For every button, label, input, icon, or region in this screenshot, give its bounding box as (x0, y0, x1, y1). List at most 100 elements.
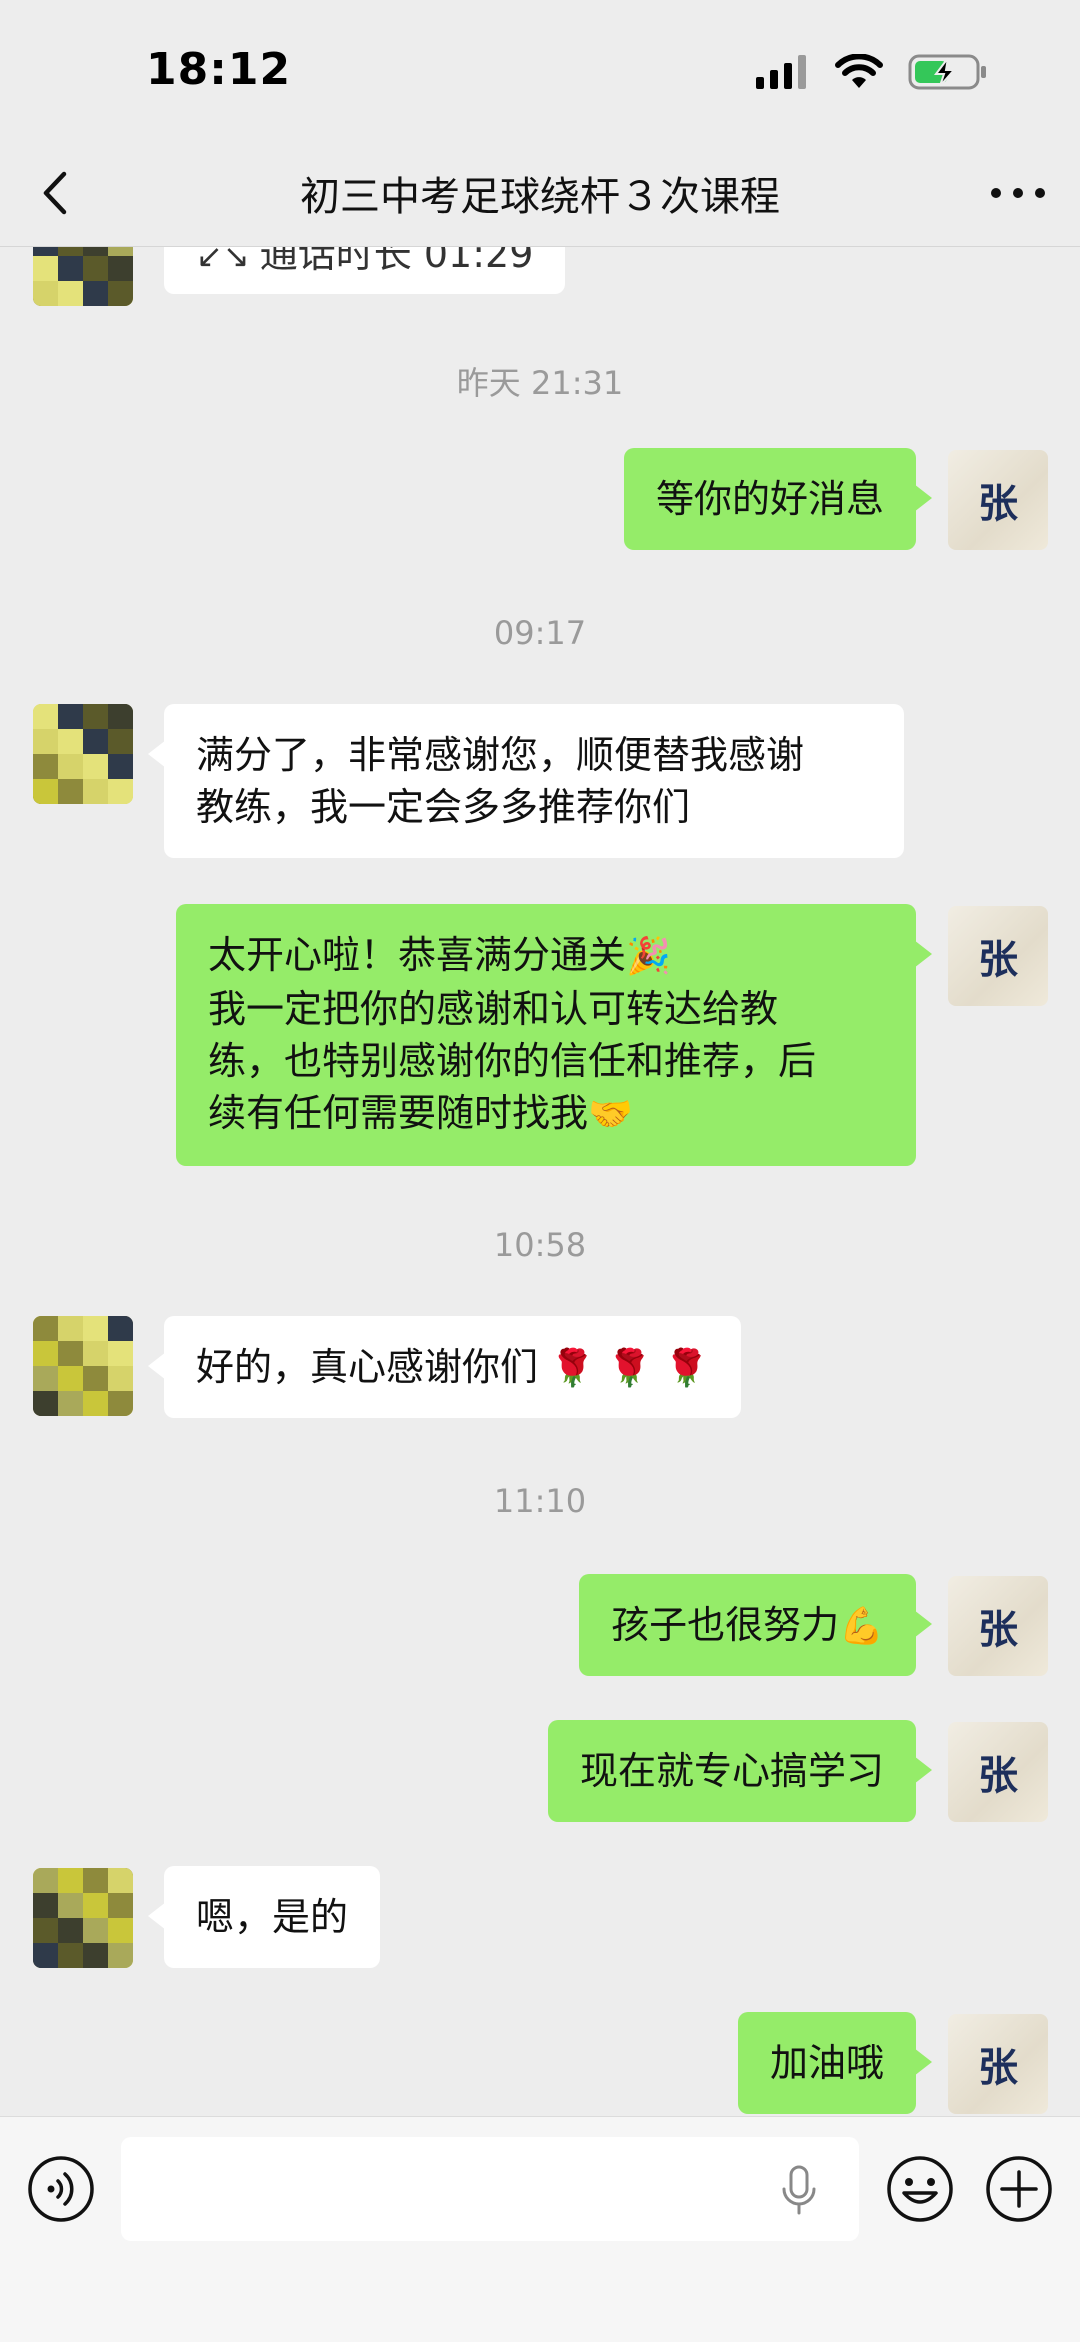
peer-avatar[interactable] (33, 1316, 133, 1416)
message-text: 等你的好消息 (655, 477, 884, 521)
my-message-bubble[interactable]: 等你的好消息 (623, 448, 933, 550)
avatar-pixel (58, 779, 83, 804)
avatar-pixel (108, 729, 133, 754)
call-icon: ↙↘ (196, 246, 260, 275)
avatar-pixel (33, 1316, 58, 1341)
avatar-pixel (83, 779, 108, 804)
party-popper-icon: 🎉 (626, 936, 671, 977)
message-text: 嗯，是的 (196, 1895, 349, 1939)
peer-message-bubble[interactable]: 嗯，是的 (147, 1866, 381, 1968)
avatar-pixel (83, 1918, 108, 1943)
call-duration-bubble[interactable]: ↙↘ 通话时长 01:29 (164, 246, 566, 294)
avatar-pixel (58, 1943, 83, 1968)
avatar-pixel (33, 729, 58, 754)
my-avatar[interactable]: 张 (948, 906, 1048, 1006)
avatar-pixel (33, 704, 58, 729)
chevron-left-icon[interactable] (30, 166, 84, 220)
my-avatar-text: 张 (978, 1606, 1018, 1653)
call-duration-text: 通话时长 01:29 (259, 246, 534, 276)
message-text-line: 太开心啦！恭喜满分通关 (208, 933, 627, 977)
message-text-line: 满分了，非常感谢您，顺便替我感谢 (196, 733, 805, 777)
signal-icon (756, 55, 806, 89)
avatar-pixel (33, 779, 58, 804)
avatar-pixel (33, 246, 58, 256)
wifi-icon (835, 54, 883, 88)
status-time: 18:12 (146, 44, 292, 95)
avatar-pixel (58, 729, 83, 754)
avatar-pixel (108, 1943, 133, 1968)
chat-area[interactable]: ↙↘ 通话时长 01:29 昨天 21:31 等你的好消息 张 09:17 满分… (0, 246, 1080, 2116)
avatar-pixel (58, 256, 83, 281)
avatar-pixel (83, 256, 108, 281)
avatar-pixel (58, 1366, 83, 1391)
avatar-pixel (83, 1391, 108, 1416)
rose-icon: 🌹 (663, 1348, 709, 1389)
message-text-line: 我一定把你的感谢和认可转达给教 (208, 987, 779, 1031)
rose-icon: 🌹 (607, 1348, 652, 1389)
avatar-pixel (108, 1341, 133, 1366)
avatar-pixel (33, 1868, 58, 1893)
my-avatar-text: 张 (978, 936, 1018, 983)
peer-avatar[interactable] (33, 704, 133, 804)
voice-icon[interactable] (27, 2155, 95, 2223)
peer-avatar[interactable] (33, 1868, 133, 1968)
message-text-line: 教练，我一定会多多推荐你们 (196, 785, 691, 829)
message-text: 孩子也很努力 (611, 1603, 840, 1647)
message-text: 现在就专心搞学习 (579, 1749, 884, 1793)
avatar-pixel (83, 1366, 108, 1391)
avatar-pixel (108, 1868, 133, 1893)
avatar-pixel (108, 779, 133, 804)
avatar-pixel (108, 1366, 133, 1391)
avatar-pixel (83, 246, 108, 256)
plus-icon[interactable] (985, 2155, 1053, 2223)
peer-message-bubble[interactable]: 满分了，非常感谢您，顺便替我感谢 教练，我一定会多多推荐你们 (148, 704, 904, 858)
avatar-pixel (83, 1893, 108, 1918)
mic-icon[interactable] (779, 2165, 819, 2215)
message-text: 加油哦 (769, 2041, 884, 2085)
avatar-pixel (58, 704, 83, 729)
my-avatar[interactable]: 张 (948, 2014, 1048, 2114)
timestamp: 10:58 (493, 1226, 587, 1264)
avatar-pixel (83, 1316, 108, 1341)
avatar-pixel (58, 754, 83, 779)
my-avatar[interactable]: 张 (948, 1722, 1048, 1822)
avatar-pixel (108, 1316, 133, 1341)
avatar-pixel (83, 1943, 108, 1968)
avatar-pixel (33, 754, 58, 779)
flexed-biceps-icon: 💪 (839, 1606, 884, 1647)
my-avatar[interactable]: 张 (948, 1576, 1048, 1676)
avatar-pixel (33, 1918, 58, 1943)
peer-avatar[interactable] (33, 246, 133, 306)
avatar-pixel (108, 281, 133, 306)
status-bar: 18:12 (0, 0, 1080, 140)
timestamp: 09:17 (493, 614, 587, 652)
avatar-pixel (58, 1316, 83, 1341)
peer-message-bubble[interactable]: 好的，真心感谢你们 🌹 🌹 🌹 (148, 1316, 741, 1418)
my-avatar-text: 张 (978, 480, 1018, 527)
my-avatar[interactable]: 张 (948, 450, 1048, 550)
avatar-pixel (33, 256, 58, 281)
emoji-icon[interactable] (886, 2155, 954, 2223)
message-input[interactable] (121, 2137, 859, 2241)
avatar-pixel (58, 1391, 83, 1416)
my-message-bubble[interactable]: 加油哦 (737, 2012, 933, 2114)
my-message-bubble[interactable]: 孩子也很努力💪 (579, 1574, 932, 1676)
my-avatar-text: 张 (978, 1752, 1018, 1799)
avatar-pixel (33, 1391, 58, 1416)
avatar-pixel (83, 704, 108, 729)
avatar-pixel (33, 1341, 58, 1366)
message-text-line: 续有任何需要随时找我 (208, 1091, 589, 1135)
avatar-pixel (58, 1893, 83, 1918)
more-dots-icon[interactable] (986, 166, 1050, 220)
my-message-bubble[interactable]: 现在就专心搞学习 (547, 1720, 933, 1822)
chat-title: 初三中考足球绕杆３次课程 (300, 174, 780, 220)
avatar-pixel (33, 281, 58, 306)
rose-icon: 🌹 (550, 1348, 595, 1389)
avatar-pixel (58, 246, 83, 256)
my-message-bubble[interactable]: 太开心啦！恭喜满分通关🎉 我一定把你的感谢和认可转达给教 练，也特别感谢你的信任… (176, 904, 932, 1166)
battery-charging-icon (908, 54, 986, 90)
avatar-pixel (83, 281, 108, 306)
status-icons (754, 50, 988, 94)
avatar-pixel (83, 754, 108, 779)
input-bar (0, 2116, 1080, 2342)
